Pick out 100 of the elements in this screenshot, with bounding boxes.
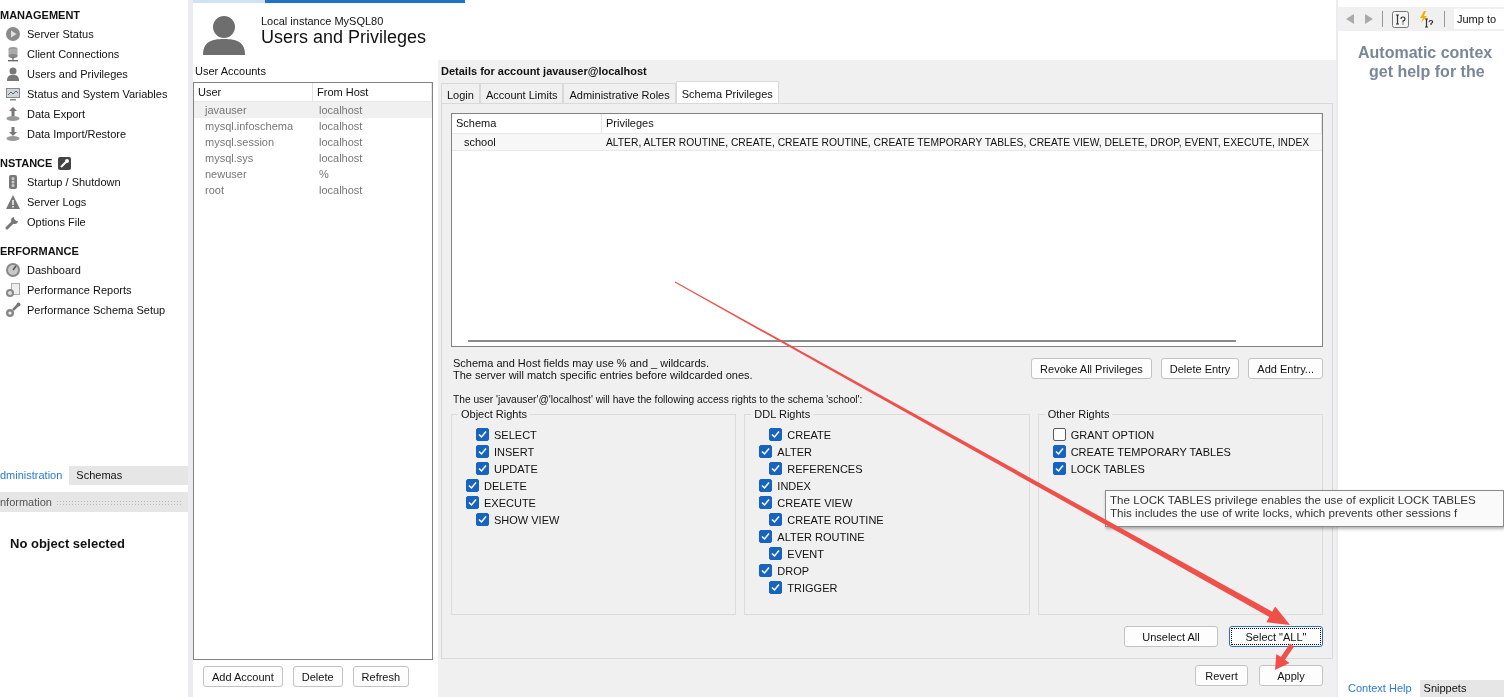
action-button[interactable]: Refresh [352, 666, 410, 687]
checkbox-label: CREATE VIEW [777, 496, 853, 509]
entry-button[interactable]: Add Entry... [1248, 358, 1323, 379]
checkbox-label: LOCK TABLES [1070, 462, 1145, 475]
account-row[interactable]: root localhost [194, 182, 432, 198]
nav-item[interactable]: Performance Reports [0, 280, 188, 300]
checkbox[interactable] [476, 513, 489, 526]
nav-item[interactable]: Server Logs [0, 192, 188, 212]
action-button[interactable]: Add Account [203, 666, 283, 687]
checkbox[interactable] [466, 479, 479, 492]
page-title: Users and Privileges [261, 27, 427, 48]
footer-button[interactable]: Apply [1259, 665, 1323, 686]
checkbox[interactable] [476, 428, 489, 441]
lightning-help-icon[interactable] [1418, 10, 1435, 28]
select-button[interactable]: Select "ALL" [1229, 626, 1323, 647]
checkbox[interactable] [759, 496, 773, 509]
person-icon [5, 66, 21, 82]
nav-item[interactable]: Users and Privileges [0, 64, 188, 84]
tab[interactable]: Administrative Roles [563, 83, 676, 103]
user-avatar-icon [203, 14, 245, 55]
entry-button[interactable]: Revoke All Privileges [1031, 358, 1152, 379]
annotation-arrow [1275, 643, 1295, 670]
hint-text: Schema and Host fields may use % and _ wildcards. [453, 357, 711, 369]
checkbox-label: CREATE [787, 428, 832, 441]
checkbox[interactable] [769, 547, 783, 560]
play-icon [5, 26, 21, 42]
select-button[interactable]: Unselect All [1124, 626, 1218, 647]
instance-label: Local instance MySQL80 [261, 15, 385, 27]
checkbox-label: DELETE [484, 479, 527, 492]
tab[interactable]: Login [441, 83, 480, 103]
nav-item[interactable]: Server Status [0, 24, 188, 44]
tab[interactable]: Schema Privileges [675, 81, 779, 103]
checkbox[interactable] [1052, 428, 1066, 441]
help-tab[interactable]: Snippets [1419, 680, 1504, 697]
checkbox-label: CREATE ROUTINE [787, 513, 884, 526]
checkbox-label: GRANT OPTION [1070, 428, 1155, 441]
checkbox[interactable] [769, 513, 783, 526]
checkbox-label: SHOW VIEW [494, 513, 560, 526]
checkbox-label: REFERENCES [787, 462, 863, 475]
checkbox-label: SELECT [494, 428, 537, 441]
checkbox[interactable] [759, 530, 773, 543]
account-row[interactable]: mysql.infoschema localhost [194, 118, 432, 134]
download-icon [5, 126, 21, 142]
nav-item[interactable]: Client Connections [0, 44, 188, 64]
wrench-icon [5, 214, 21, 230]
privilege-row[interactable]: school ALTER, ALTER ROUTINE, CREATE, CREATE ROUTINE, CREATE TEMPORARY TABLES, CREATE VIEW, DELETE, DROP, EVENT, EXECUTE, INDEX [452, 134, 1322, 150]
checkbox[interactable] [769, 428, 783, 441]
account-row[interactable]: mysql.sys localhost [194, 150, 432, 166]
nav-item[interactable]: Startup / Shutdown [0, 172, 188, 192]
hint-text: The server will match specific entries before wildcarded ones. [453, 369, 753, 381]
nav-item[interactable]: Options File [0, 212, 188, 232]
sidebar-tab[interactable]: dministration [0, 466, 70, 485]
checkbox[interactable] [759, 564, 773, 577]
section-heading: ERFORMANCE [0, 245, 79, 257]
entry-button[interactable]: Delete Entry [1160, 358, 1240, 379]
panel-header: nformation [0, 492, 188, 512]
empty-message: No object selected [10, 536, 125, 551]
checkbox-label: ALTER [777, 445, 812, 458]
upload-icon [5, 106, 21, 122]
account-row[interactable]: javauser localhost [194, 102, 432, 118]
database-icon [5, 46, 21, 62]
checkbox[interactable] [1052, 445, 1066, 458]
account-row[interactable]: newuser % [194, 166, 432, 182]
checkbox-label: TRIGGER [787, 581, 838, 594]
details-title: Details for account javauser@localhost [441, 65, 647, 77]
jump-to-field[interactable]: Jump to [1454, 9, 1504, 29]
action-button[interactable]: Delete [292, 666, 343, 687]
checkbox[interactable] [1052, 462, 1066, 475]
checkbox[interactable] [759, 479, 773, 492]
help-message: Automatic contex get help for the [1357, 43, 1494, 81]
tooltip: The LOCK TABLES privilege enables the use of explicit LOCK TABLES This includes the use of write locks, which prevents other sessions f [1105, 490, 1504, 527]
checkbox[interactable] [769, 581, 783, 594]
monitor-icon [5, 86, 21, 102]
tab[interactable]: Account Limits [479, 83, 564, 103]
checkbox[interactable] [466, 496, 479, 509]
section-label: User Accounts [195, 65, 266, 77]
nav-item[interactable]: Data Import/Restore [0, 124, 188, 144]
gauge-icon [5, 262, 21, 278]
checkbox-label: INDEX [777, 479, 811, 492]
help-cursor-icon[interactable] [1392, 10, 1409, 28]
nav-item[interactable]: Status and System Variables [0, 84, 188, 104]
column-header[interactable]: User [194, 83, 313, 101]
account-row[interactable]: mysql.session localhost [194, 134, 432, 150]
scrollbar-thumb[interactable] [468, 340, 1236, 342]
checkbox[interactable] [769, 462, 783, 475]
checkbox-label: CREATE TEMPORARY TABLES [1070, 445, 1231, 458]
checkbox-label: DROP [777, 564, 810, 577]
warning-icon [5, 194, 21, 210]
checkbox[interactable] [759, 445, 773, 458]
rights-group: Object Rights SELECT INSERT UPDATE DELETE EXECUTE SHOW VIEW [451, 408, 737, 615]
checkbox[interactable] [476, 445, 489, 458]
checkbox-label: EVENT [787, 547, 824, 560]
checkbox[interactable] [476, 462, 489, 475]
footer-button[interactable]: Revert [1195, 665, 1248, 686]
column-header[interactable]: From Host [313, 83, 432, 101]
nav-item[interactable]: Performance Schema Setup [0, 300, 188, 320]
nav-item[interactable]: Data Export [0, 104, 188, 124]
section-heading: MANAGEMENT [0, 9, 81, 21]
nav-item[interactable]: Dashboard [0, 260, 188, 280]
checkbox-label: EXECUTE [484, 496, 536, 509]
